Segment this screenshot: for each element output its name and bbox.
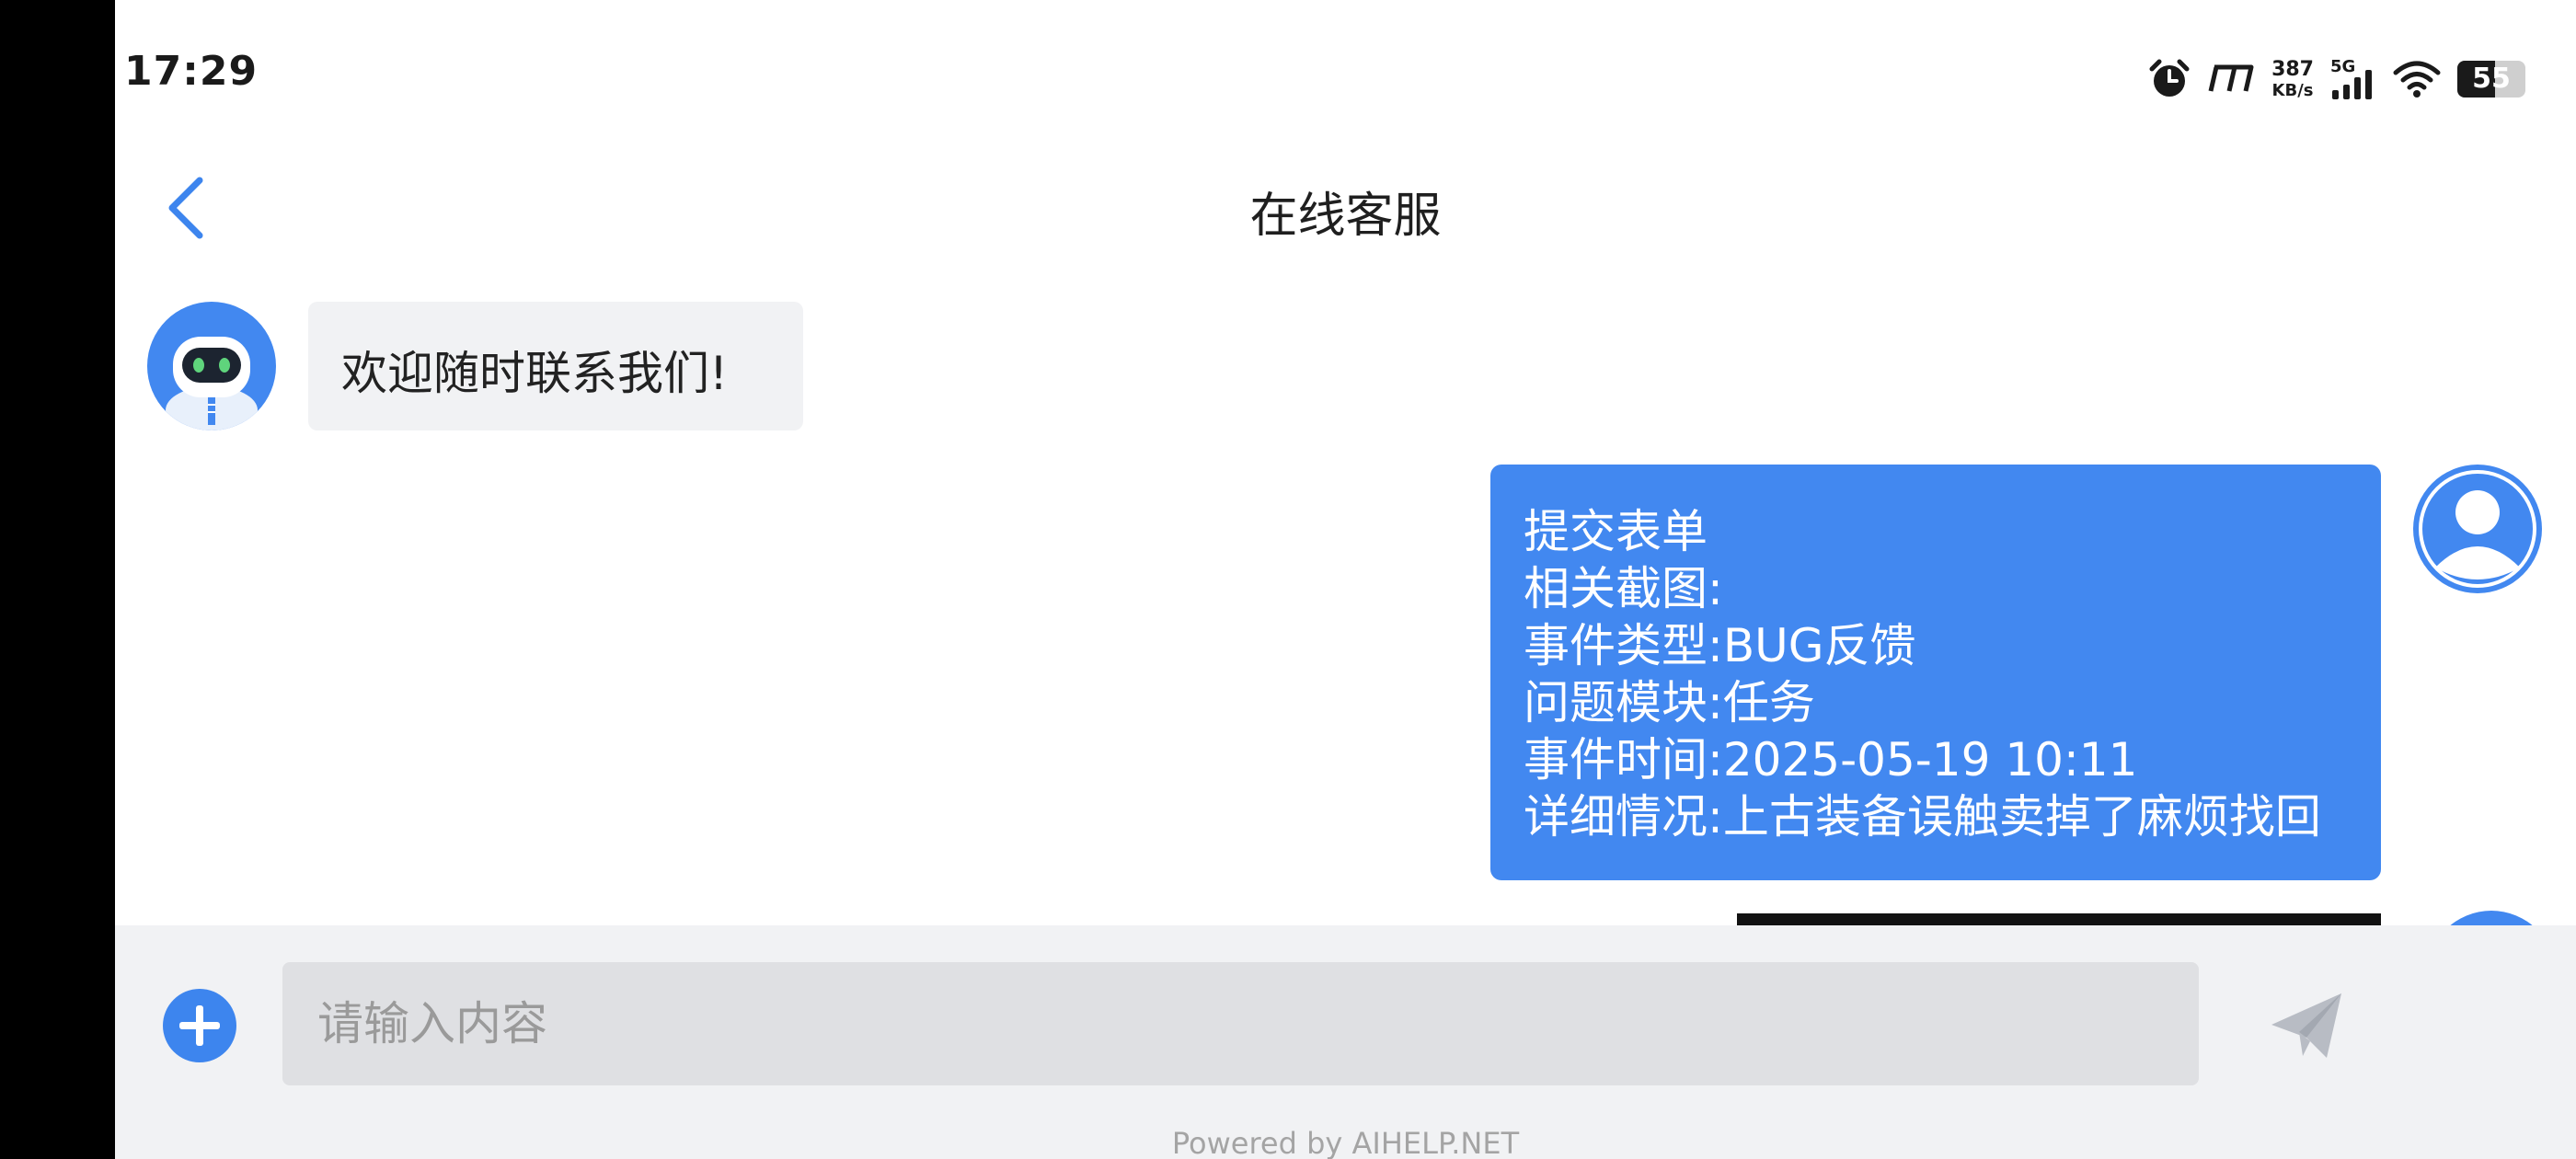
message-list[interactable]: 欢迎随时联系我们! 提交表单 相关截图: 事件类型:BUG反馈 问题模块:任务 …	[115, 276, 2576, 925]
alarm-icon	[2149, 59, 2190, 97]
paper-plane-icon	[2271, 993, 2341, 1058]
form-line: 详细情况:上古装备误触卖掉了麻烦找回	[1524, 790, 2321, 843]
signal-icon	[2332, 70, 2372, 99]
user-avatar	[2427, 911, 2556, 925]
message-input[interactable]	[282, 962, 2199, 1085]
form-line: 相关截图:	[1524, 562, 1723, 615]
net-speed-unit: KB/s	[2271, 80, 2314, 100]
user-avatar	[2413, 465, 2542, 593]
status-bar: 17:29 387 KB/s 5G 55	[115, 0, 2576, 138]
status-time: 17:29	[124, 48, 259, 95]
robot-avatar-icon	[166, 337, 258, 430]
form-line: 事件时间:2025-05-19 10:11	[1524, 733, 2138, 786]
image-message[interactable]	[1737, 913, 2381, 925]
form-line: 事件类型:BUG反馈	[1524, 619, 1916, 672]
powered-by-footer: Powered by AIHELP.NET	[1171, 1126, 1520, 1159]
form-line: 提交表单	[1524, 505, 1708, 558]
user-avatar-icon	[2419, 470, 2536, 588]
battery-indicator: 55	[2457, 61, 2525, 98]
chat-header: 在线客服	[115, 156, 2576, 258]
input-bar: Powered by AIHELP.NET	[115, 925, 2576, 1159]
battery-level: 55	[2472, 63, 2511, 95]
battery-icon: 55	[2457, 61, 2525, 98]
wifi-icon	[2393, 61, 2441, 98]
net-speed-value: 387	[2271, 57, 2314, 81]
page-title: 在线客服	[1249, 189, 1442, 244]
app-screen: 17:29 387 KB/s 5G 55 在线客服 欢迎随时联系我们! 提交表单…	[115, 0, 2576, 1159]
form-line: 问题模块:任务	[1524, 676, 1815, 729]
net-speed: 387 KB/s	[2271, 57, 2314, 100]
mi-icon	[2208, 64, 2254, 92]
send-button[interactable]	[2266, 984, 2349, 1067]
cellular-signal: 5G	[2330, 57, 2376, 101]
bot-avatar	[147, 302, 276, 430]
status-icons: 387 KB/s 5G 55	[2148, 52, 2525, 107]
user-message-bubble: 提交表单 相关截图: 事件类型:BUG反馈 问题模块:任务 事件时间:2025-…	[1490, 465, 2381, 880]
add-attachment-button[interactable]	[163, 989, 236, 1062]
bot-message-bubble: 欢迎随时联系我们!	[308, 302, 803, 430]
